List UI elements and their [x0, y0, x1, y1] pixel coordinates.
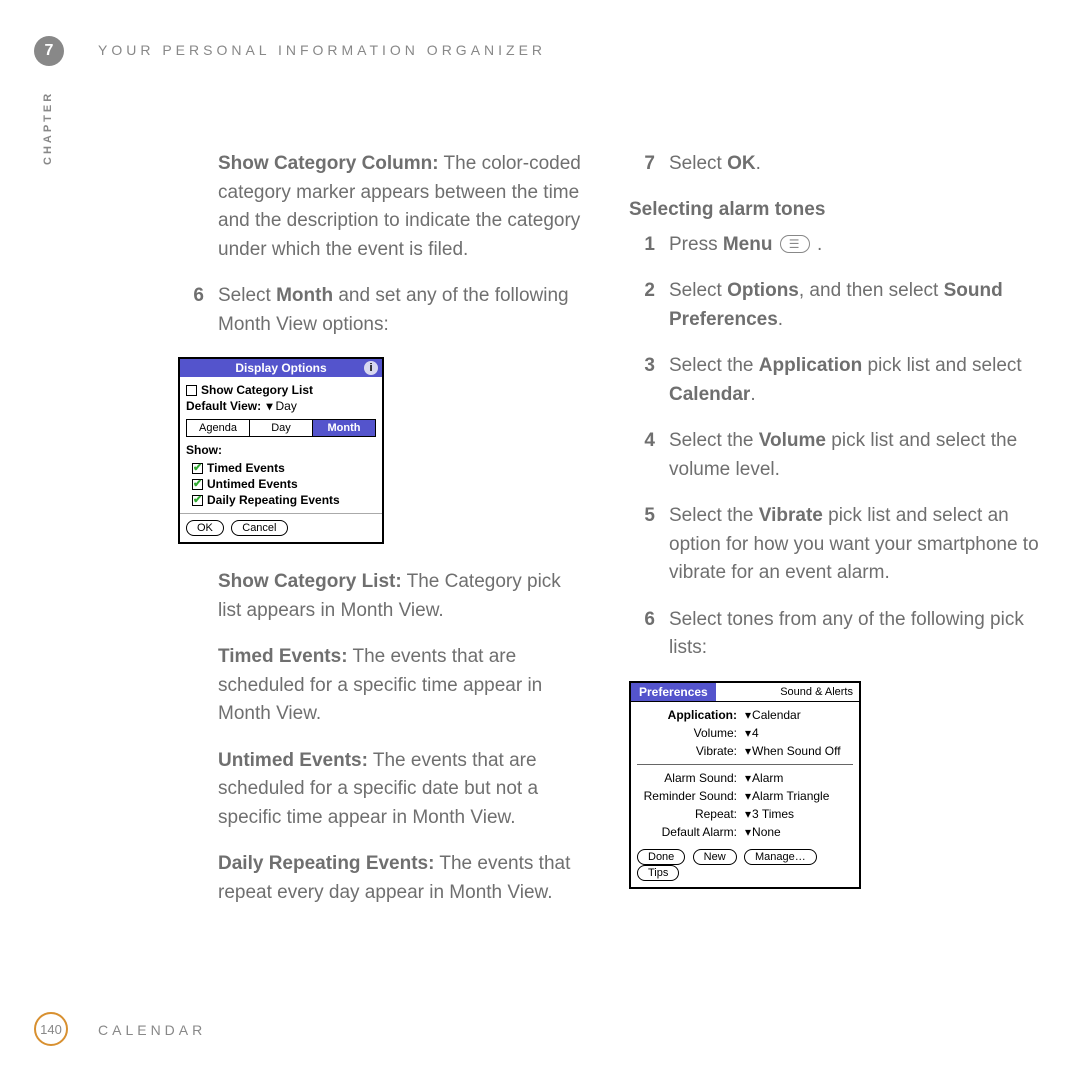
checkbox-icon — [192, 495, 203, 506]
view-tabs: Agenda Day Month — [186, 419, 376, 437]
chevron-down-icon — [743, 771, 752, 785]
done-button[interactable]: Done — [637, 849, 685, 865]
step-6: 6Select Month and set any of the followi… — [178, 282, 589, 339]
untimed-events-paragraph: Untimed Events: The events that are sche… — [178, 747, 589, 833]
timed-events-paragraph: Timed Events: The events that are schedu… — [178, 643, 589, 729]
untimed-events-checkbox[interactable]: Untimed Events — [192, 477, 376, 491]
chevron-down-icon — [743, 744, 752, 758]
alarm-step-6: 6Select tones from any of the following … — [629, 606, 1040, 663]
volume-picker[interactable]: Volume: 4 — [631, 724, 859, 742]
alarm-step-2: 2Select Options, and then select Sound P… — [629, 277, 1040, 334]
chevron-down-icon — [264, 399, 275, 413]
chevron-down-icon — [743, 726, 752, 740]
new-button[interactable]: New — [693, 849, 737, 865]
repeat-picker[interactable]: Repeat: 3 Times — [631, 805, 859, 823]
chevron-down-icon — [743, 789, 752, 803]
divider — [637, 764, 853, 765]
alarm-sound-picker[interactable]: Alarm Sound: Alarm — [631, 769, 859, 787]
section-title: Selecting alarm tones — [629, 199, 1040, 221]
term-label: Show Category Column: — [218, 153, 439, 174]
checkbox-icon — [186, 385, 197, 396]
preferences-dialog: Preferences Sound & Alerts Application: … — [629, 681, 861, 889]
chevron-down-icon — [743, 708, 752, 722]
chapter-badge: 7 — [34, 36, 64, 66]
menu-button-icon — [780, 235, 810, 253]
left-column: Show Category Column: The color-coded ca… — [178, 150, 589, 925]
alarm-step-1: 1Press Menu . — [629, 231, 1040, 260]
tab-agenda[interactable]: Agenda — [187, 420, 250, 436]
default-view-picker[interactable]: Default View: Day — [186, 399, 376, 413]
chapter-label: CHAPTER — [42, 91, 54, 165]
default-alarm-picker[interactable]: Default Alarm: None — [631, 823, 859, 841]
chevron-down-icon — [743, 825, 752, 839]
cancel-button[interactable]: Cancel — [231, 520, 287, 536]
show-category-column-paragraph: Show Category Column: The color-coded ca… — [178, 150, 589, 264]
dialog-subtitle: Sound & Alerts — [716, 684, 859, 700]
timed-events-checkbox[interactable]: Timed Events — [192, 461, 376, 475]
alarm-step-4: 4Select the Volume pick list and select … — [629, 427, 1040, 484]
checkbox-icon — [192, 479, 203, 490]
step-7: 7Select OK. — [629, 150, 1040, 179]
display-options-dialog: Display Options i Show Category List Def… — [178, 357, 384, 544]
show-label: Show: — [186, 443, 376, 457]
application-picker[interactable]: Application: Calendar — [631, 706, 859, 724]
alarm-step-5: 5Select the Vibrate pick list and select… — [629, 502, 1040, 588]
tab-month[interactable]: Month — [313, 420, 375, 436]
info-icon[interactable]: i — [364, 361, 378, 375]
show-category-list-paragraph: Show Category List: The Category pick li… — [178, 568, 589, 625]
running-header: YOUR PERSONAL INFORMATION ORGANIZER — [98, 42, 546, 58]
daily-repeating-checkbox[interactable]: Daily Repeating Events — [192, 493, 376, 507]
footer-section-label: CALENDAR — [98, 1022, 206, 1038]
checkbox-icon — [192, 463, 203, 474]
tab-day[interactable]: Day — [250, 420, 313, 436]
alarm-step-3: 3Select the Application pick list and se… — [629, 352, 1040, 409]
ok-button[interactable]: OK — [186, 520, 224, 536]
daily-repeating-paragraph: Daily Repeating Events: The events that … — [178, 850, 589, 907]
show-category-list-checkbox[interactable]: Show Category List — [186, 383, 376, 397]
vibrate-picker[interactable]: Vibrate: When Sound Off — [631, 742, 859, 760]
dialog-title: Preferences — [631, 683, 716, 701]
dialog-title: Display Options i — [180, 359, 382, 377]
chevron-down-icon — [743, 807, 752, 821]
manage-button[interactable]: Manage… — [744, 849, 817, 865]
step-number: 6 — [178, 282, 204, 311]
reminder-sound-picker[interactable]: Reminder Sound: Alarm Triangle — [631, 787, 859, 805]
page-number-badge: 140 — [34, 1012, 68, 1046]
right-column: 7Select OK. Selecting alarm tones 1Press… — [629, 150, 1040, 925]
tips-button[interactable]: Tips — [637, 865, 679, 881]
